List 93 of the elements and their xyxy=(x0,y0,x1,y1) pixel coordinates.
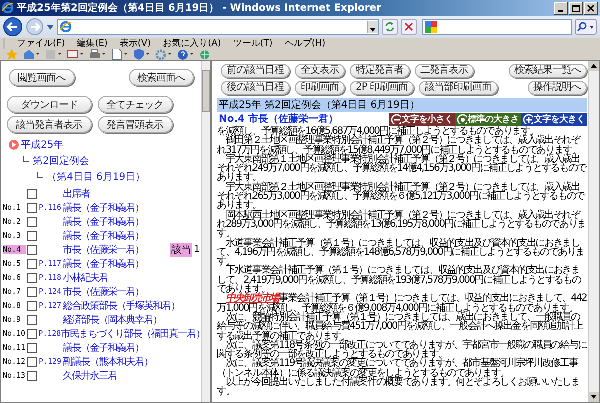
font-size-button[interactable]: 文字を小さく xyxy=(389,112,455,126)
checkbox[interactable] xyxy=(27,244,37,254)
scrollbar[interactable] xyxy=(201,61,210,402)
checkbox[interactable] xyxy=(27,216,37,226)
speaker-link[interactable]: 議長（金子和義君） xyxy=(63,228,144,242)
speaker-link[interactable]: 経済部長（岡本典幸君） xyxy=(63,312,162,326)
speaker-row[interactable]: 出席者 xyxy=(3,188,200,199)
close-icon[interactable] xyxy=(584,2,598,14)
speaker-link[interactable]: 議長（金子和義君） xyxy=(63,200,144,214)
match-count: 1 xyxy=(194,244,200,254)
browser-icon xyxy=(2,2,14,14)
scrollbar[interactable] xyxy=(588,61,599,402)
checkbox[interactable] xyxy=(26,328,37,338)
menu-item[interactable]: ファイル(F) xyxy=(17,37,66,50)
speaker-link[interactable]: 総合政策部長（手塚英和君） xyxy=(63,298,180,312)
speaker-link[interactable]: 議長（金子和義君） xyxy=(63,214,144,228)
action-button[interactable]: 全てチェック xyxy=(98,96,172,113)
menu-item[interactable]: 編集(E) xyxy=(77,37,108,50)
tree-item[interactable]: （第4日目 6月19日） xyxy=(47,170,146,184)
speaker-link[interactable]: 市民まちづくり部長（福田真一君） xyxy=(61,326,201,340)
minutes-text: を減額し、予算総額を16億5,687万4,000円に補正しようとするものであります。 鶴田第２土地区画整理事業特別会計補正予算（第２号）につきましては、歳入歳出それぞれ317万円を減額し、予算総額を15億8,449万7,000円に補正しようとするものであります。 宇大東南部第１土地区画整理事業特別会計補正予算（第２号）につきましては、歳入歳出それぞれ249万7,000円を減額し、予算総額を14億4,156万3,000円に補正しようとするものであります。 宇大東南部第２土地区画整理事業特別会計補正予算（第２号）につきましては、歳入歳出それぞれ265万3,000円を減額し、予算総額を６億5,121万3,000円に補正しようとするものであります。 岡本駅西土地区画整理事業特別会計補正予算（第２号）につきましては、歳入歳出それぞれ289万3,000円を減額し、予算総額を13億6,195万8,000円に補正しようとするものであります。 水道事業会計補正予算（第１号）につきましては、収益的支出及び資本的支出におきまして、4,196万円を減額し、予算総額を148億6,578万9,000円に補正しようとするものであります。 下水道事業会計補正予算（第１号）につきましては、収益的支出及び資本的支出におきまして、2,419万9,000円を減額し、予算総額を193億7,578万9,000円に補正しようとするものであります。 中央卸売市場事業会計補正予算（第１号）につきましては、収益的支出におきまして、442万1,000円を減額し、予算総額を６億9,008万4,000円に補正しようとするものであります。 次に、競輪特別会計補正予算（第１号）につきましては、歳出におきまして、一般職員の給与等の減額に伴い、職員給与費451万7,000円を減額し、一般会計へ操出金を同額追加計上する歳出予算の補正であります。 次に、議案第118号条例の一部改正についてでありますが、宇都宮市一般職の職員の給与に関する条例等の一部を改正しようとするものであります。 次に、議案第119号議決議案の変更についてでありますが、都市基盤河川宗坪川改修工事（トンネル本体）に係る議決議案の変更をしようとするものであります。 以上が今回提出いたしました付議案件の概要であります。何とぞよろしくお願いいたします。 xyxy=(217,127,587,397)
action-button[interactable]: ダウンロード xyxy=(7,96,92,113)
tree-item[interactable]: 平成25年 xyxy=(21,138,64,152)
maximize-icon[interactable] xyxy=(569,2,583,14)
minimize-icon[interactable] xyxy=(554,2,568,14)
checkbox[interactable] xyxy=(27,258,37,268)
menu-item[interactable]: 表示(V) xyxy=(120,37,152,50)
checkbox[interactable] xyxy=(27,370,37,380)
plus-icon xyxy=(523,114,533,124)
action-button[interactable]: 該当発言者表示 xyxy=(7,116,92,133)
checkbox[interactable] xyxy=(27,342,37,352)
search-icon[interactable] xyxy=(575,19,597,35)
tree-item[interactable]: 第2回定例会 xyxy=(33,154,90,168)
stop-icon[interactable] xyxy=(401,19,417,35)
speaker-link[interactable]: 市長（佐藤栄一君） xyxy=(63,242,144,256)
speaker-link[interactable]: 出席者 xyxy=(63,186,90,200)
speaker-link[interactable]: 小林紀夫君 xyxy=(63,270,108,284)
back-icon[interactable] xyxy=(3,17,23,37)
printer-icon[interactable] xyxy=(89,49,106,60)
checkbox[interactable] xyxy=(27,188,37,198)
menu-item[interactable]: ヘルプ(H) xyxy=(284,37,326,50)
match-badge: 該当 xyxy=(170,242,192,256)
scroll-down-icon[interactable] xyxy=(589,392,599,402)
shield-icon[interactable] xyxy=(133,49,150,60)
minus-icon xyxy=(391,114,401,124)
address-field[interactable] xyxy=(57,19,379,35)
window-title: 平成25年第2回定例会（第4日目 6月19日） - Windows Internet Explorer xyxy=(17,1,382,15)
checkbox[interactable] xyxy=(27,272,37,282)
gear-icon[interactable] xyxy=(155,49,172,60)
toolbar-button[interactable]: 印刷画面 xyxy=(295,81,345,95)
tree-line-icon xyxy=(37,172,43,178)
speaker-link[interactable]: 議長（金子和義君） xyxy=(63,256,144,270)
tree-line-icon xyxy=(23,156,29,162)
mail-icon[interactable] xyxy=(67,49,84,60)
dropdown-icon[interactable] xyxy=(47,24,54,30)
checkbox[interactable] xyxy=(27,300,37,310)
checkbox[interactable] xyxy=(27,286,37,296)
refresh-icon[interactable] xyxy=(382,19,398,35)
font-size-button[interactable]: 標準の大きさ xyxy=(455,112,521,126)
session-title: 平成25年 第2回定例会（第4日目 6月19日） xyxy=(217,98,587,112)
help-icon[interactable] xyxy=(177,49,194,60)
toolbar-button[interactable]: 二発言表示 xyxy=(414,64,474,78)
toolbar-button[interactable]: 特定発言者 xyxy=(350,64,410,78)
home-icon[interactable] xyxy=(23,49,40,60)
play-icon xyxy=(9,140,19,150)
menu-item[interactable]: お気に入り(A) xyxy=(163,37,222,50)
toolbar-button[interactable]: 2P 印刷画面 xyxy=(350,81,414,95)
browser-icon xyxy=(60,21,72,33)
speaker-heading: No.4 市長（佐藤栄一君） xyxy=(219,112,338,126)
speaker-link[interactable]: 副議長（熊本和夫君） xyxy=(63,354,153,368)
search-provider-icon xyxy=(425,21,437,33)
nav-button[interactable]: 閲覧画面へ xyxy=(9,69,74,86)
toolbar-button[interactable]: 前の該当日程 xyxy=(221,64,290,78)
toolbar-button[interactable]: 後の該当日程 xyxy=(221,81,290,95)
star-icon[interactable] xyxy=(6,49,18,60)
link-button[interactable]: 操作説明へ xyxy=(528,81,587,95)
checkbox[interactable] xyxy=(27,202,37,212)
scroll-up-icon[interactable] xyxy=(589,61,599,71)
toolbar-button[interactable]: 全文表示 xyxy=(295,64,345,78)
nav-button[interactable]: 検索画面へ xyxy=(128,69,194,86)
checkbox[interactable] xyxy=(27,314,37,324)
toolbar-button[interactable]: 該当部印刷画面 xyxy=(419,81,498,95)
speaker-link[interactable]: 久保井永三君 xyxy=(63,368,117,382)
link-button[interactable]: 検索結果一覧へ xyxy=(508,64,587,78)
menu-item[interactable]: ツール(T) xyxy=(233,37,273,50)
speaker-link[interactable]: 議長（金子和義君） xyxy=(63,340,144,354)
action-button[interactable]: 発言冒頭表示 xyxy=(98,116,172,133)
page-icon[interactable] xyxy=(111,49,128,60)
search-field[interactable] xyxy=(422,19,572,35)
checkbox[interactable] xyxy=(27,356,37,366)
speaker-link[interactable]: 市長（佐藤栄一君） xyxy=(63,284,144,298)
checkbox[interactable] xyxy=(27,230,37,240)
font-size-button[interactable]: 文字を大きく xyxy=(521,112,587,126)
